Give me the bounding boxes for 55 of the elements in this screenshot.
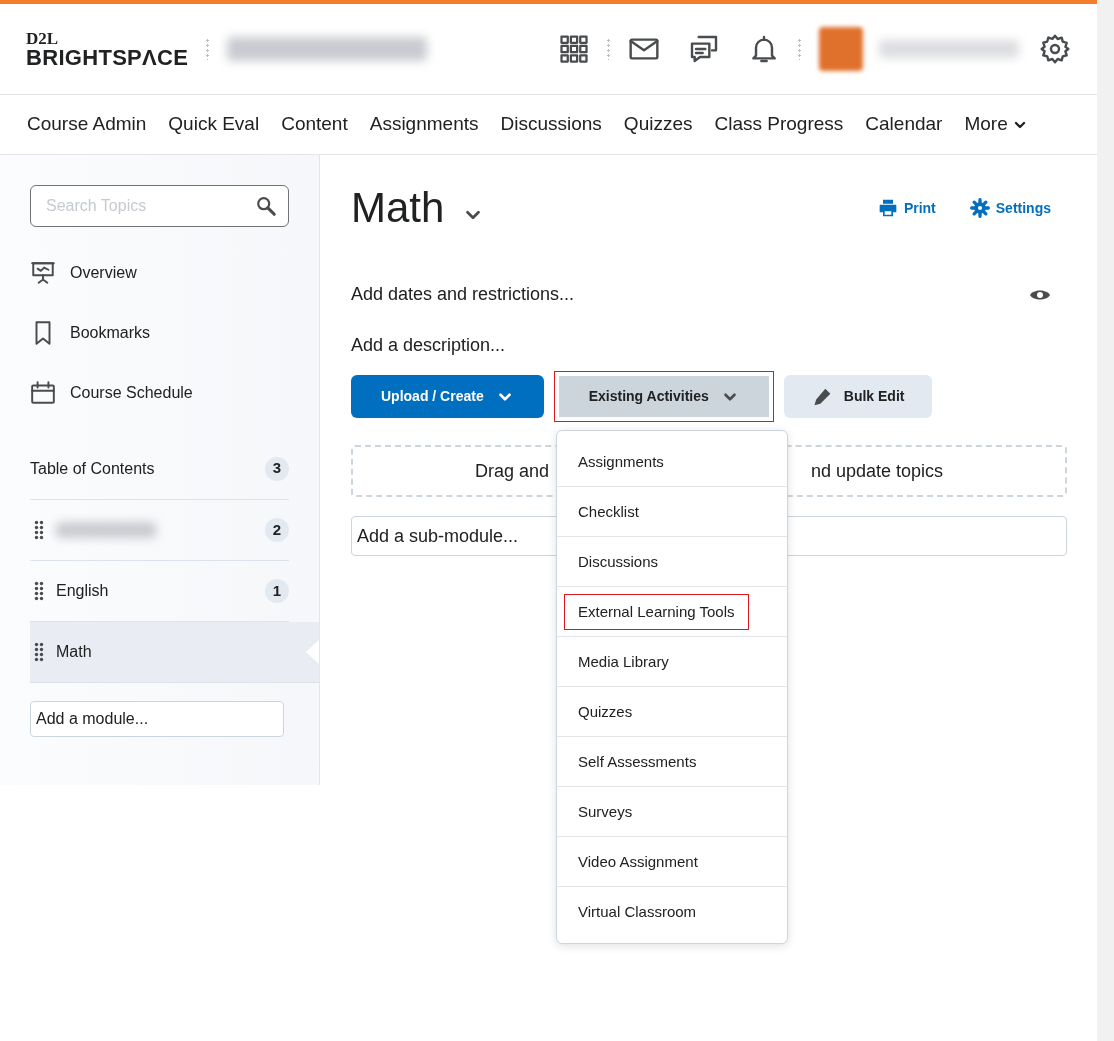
sidebar-link[interactable]: Overview <box>30 243 289 303</box>
nav-link[interactable]: Calendar <box>865 110 943 139</box>
module-item[interactable]: Math <box>30 622 319 683</box>
menu-item[interactable]: Quizzes <box>565 694 646 730</box>
nav-link[interactable]: More <box>964 110 1028 139</box>
toolbar-button[interactable]: Bulk Edit <box>783 375 933 419</box>
drag-handle-icon[interactable] <box>34 581 44 601</box>
sidebar-link[interactable]: Bookmarks <box>30 303 289 363</box>
menu-item[interactable]: Video Assignment <box>565 844 711 880</box>
toolbar-button[interactable]: Existing Activities <box>553 371 774 423</box>
logo-text: BRIGHTSPΛCE <box>26 46 189 69</box>
action-link[interactable]: Settings <box>969 197 1051 219</box>
app-grid-icon[interactable] <box>559 34 589 64</box>
menu-item[interactable]: Surveys <box>565 794 646 830</box>
module-name: Math <box>56 642 92 662</box>
nav-link[interactable]: Quizzes <box>623 110 693 139</box>
nav-link[interactable]: Discussions <box>500 110 602 139</box>
page-title: Math <box>351 183 445 233</box>
module-name: English <box>56 581 109 601</box>
action-link[interactable]: Print <box>877 197 936 219</box>
add-module-field[interactable]: Add a module... <box>30 701 284 737</box>
menu-item[interactable]: Self Assessments <box>565 744 710 780</box>
nav-link[interactable]: Content <box>281 110 348 139</box>
menu-item[interactable]: External Learning Tools <box>565 594 748 630</box>
menu-item[interactable]: Virtual Classroom <box>565 895 710 930</box>
module-item[interactable]: 2 <box>30 500 289 561</box>
dates-link[interactable]: Add dates and restrictions... <box>351 281 575 309</box>
count-badge: 3 <box>265 456 289 481</box>
menu-item[interactable]: Media Library <box>565 644 682 680</box>
settings-icon <box>969 198 990 219</box>
drop-zone-text: nd update topics <box>810 459 944 483</box>
calendar-icon <box>30 380 56 406</box>
search-icon <box>255 195 277 217</box>
selection-pointer <box>306 640 319 664</box>
menu-item[interactable]: Assignments <box>565 444 677 480</box>
toc-heading: Table of Contents <box>30 458 155 479</box>
print-icon <box>877 198 898 219</box>
settings-icon[interactable] <box>1039 33 1071 65</box>
nav-link[interactable]: Quick Eval <box>168 110 260 139</box>
chat-icon[interactable] <box>688 33 720 65</box>
toolbar-button[interactable]: Upload / Create <box>351 375 544 419</box>
sidebar-link[interactable]: Course Schedule <box>30 363 289 423</box>
description-link[interactable]: Add a description... <box>351 332 1067 360</box>
count-badge: 2 <box>265 518 289 542</box>
overview-icon <box>30 260 56 286</box>
count-badge: 1 <box>265 579 289 603</box>
drag-handle-icon[interactable] <box>34 520 44 540</box>
nav-link[interactable]: Class Progress <box>714 110 844 139</box>
drag-handle-icon[interactable] <box>34 642 44 662</box>
logo-text: D2L <box>26 29 60 47</box>
nav-link[interactable]: Assignments <box>369 110 479 139</box>
nav-link[interactable]: Course Admin <box>27 110 147 139</box>
scrollbar[interactable] <box>1097 0 1114 1041</box>
search-field[interactable]: Search Topics <box>30 185 289 227</box>
drop-zone-text: Drag and <box>474 459 549 483</box>
